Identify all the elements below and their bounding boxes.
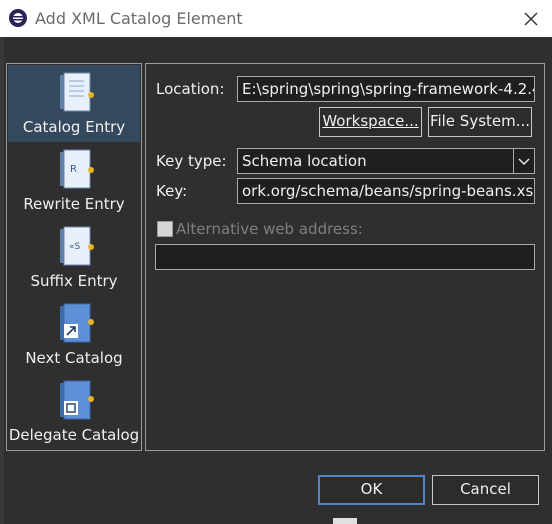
sidebar-item-label: Rewrite Entry: [23, 195, 125, 213]
entry-details-panel: Location: E:\spring\spring\spring-framew…: [145, 63, 545, 451]
key-type-select[interactable]: Schema location: [237, 148, 535, 174]
key-label: Key:: [156, 182, 188, 200]
key-type-label: Key type:: [156, 152, 227, 170]
sidebar-item-suffix-entry[interactable]: «S Suffix Entry: [8, 219, 140, 296]
sidebar-item-label: Next Catalog: [25, 349, 123, 367]
window-title: Add XML Catalog Element: [35, 9, 243, 28]
alternative-web-address-label: Alternative web address:: [176, 220, 363, 238]
window-left-edge: [0, 37, 4, 524]
next-catalog-icon: [60, 303, 94, 343]
sidebar-item-next-catalog[interactable]: Next Catalog: [8, 296, 140, 373]
catalog-entry-icon: [60, 72, 94, 112]
chevron-down-icon[interactable]: [513, 149, 534, 173]
eclipse-app-icon: [9, 9, 27, 27]
close-icon[interactable]: [518, 6, 544, 32]
location-label: Location:: [156, 80, 225, 98]
sidebar-item-catalog-entry[interactable]: Catalog Entry: [8, 65, 140, 142]
resize-grip[interactable]: [333, 518, 357, 524]
workspace-button[interactable]: Workspace...: [319, 107, 422, 137]
sidebar-item-label: Suffix Entry: [30, 272, 118, 290]
alternative-web-address-checkbox[interactable]: [157, 221, 173, 237]
alternative-web-address-input[interactable]: [155, 244, 535, 270]
location-input[interactable]: E:\spring\spring\spring-framework-4.2.4: [237, 76, 535, 102]
svg-text:R: R: [70, 164, 77, 175]
sidebar-item-label: Delegate Catalog: [8, 426, 140, 444]
key-type-value: Schema location: [242, 152, 367, 170]
file-system-button[interactable]: File System...: [428, 107, 532, 137]
sidebar-item-delegate-catalog[interactable]: Delegate Catalog: [8, 373, 140, 450]
title-bar: Add XML Catalog Element: [0, 0, 552, 37]
suffix-entry-icon: «S: [60, 226, 94, 266]
key-input[interactable]: ork.org/schema/beans/spring-beans.xsd: [237, 178, 535, 204]
rewrite-entry-icon: R: [60, 149, 94, 189]
ok-button[interactable]: OK: [318, 475, 425, 505]
element-type-list: Catalog Entry R Rewrite Entry «S Suffix …: [6, 63, 142, 451]
sidebar-item-rewrite-entry[interactable]: R Rewrite Entry: [8, 142, 140, 219]
sidebar-item-label: Catalog Entry: [22, 118, 126, 136]
cancel-button[interactable]: Cancel: [432, 475, 539, 505]
workspace-button-label: Workspace...: [322, 112, 419, 130]
file-system-button-label: File System...: [429, 112, 531, 130]
svg-text:«S: «S: [69, 242, 81, 252]
delegate-catalog-icon: [60, 380, 94, 420]
